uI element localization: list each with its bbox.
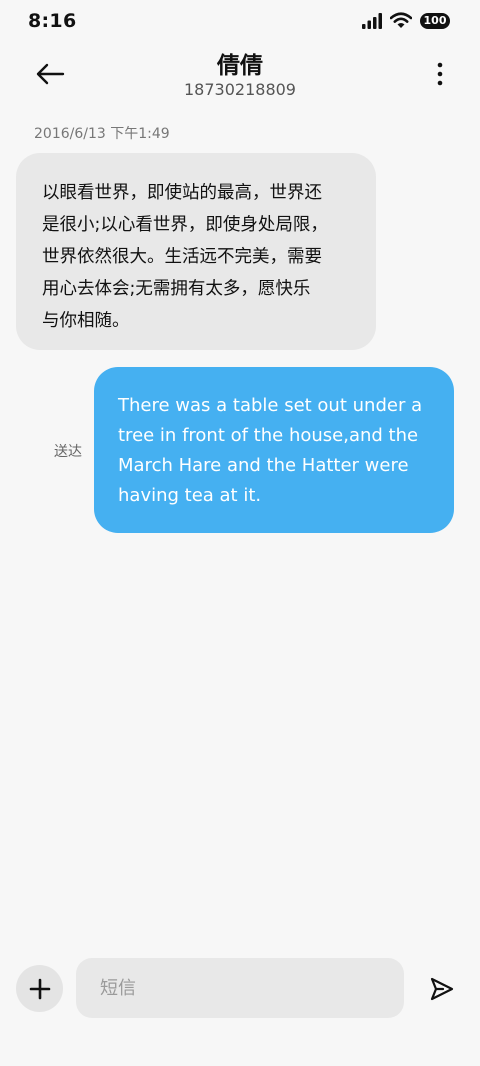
- send-button[interactable]: [422, 971, 462, 1007]
- contact-number: 18730218809: [184, 80, 296, 99]
- message-line: having tea at it.: [118, 485, 262, 506]
- add-attachment-button[interactable]: [16, 965, 63, 1012]
- outgoing-message-bubble[interactable]: There was a table set out under a tree i…: [94, 367, 454, 533]
- conversation-header: 倩倩 18730218809: [0, 46, 480, 110]
- message-line: 用心去体会;无需拥有太多，愿快乐: [42, 279, 311, 299]
- signal-icon: [362, 12, 382, 29]
- message-line: 世界依然很大。生活远不完美，需要: [42, 247, 322, 267]
- status-icons: 100: [362, 12, 450, 29]
- plus-icon: [29, 978, 50, 999]
- send-icon: [430, 977, 454, 1001]
- message-line: 是很小;以心看世界，即使身处局限，: [42, 215, 328, 235]
- message-composer: [0, 950, 480, 1030]
- message-input[interactable]: [76, 958, 404, 1018]
- delivery-status: 送达: [54, 444, 82, 460]
- message-timestamp: 2016/6/13 下午1:49: [34, 126, 170, 142]
- more-vertical-icon: [437, 62, 443, 86]
- contact-name: 倩倩: [217, 53, 263, 79]
- message-line: March Hare and the Hatter were: [118, 455, 409, 476]
- wifi-icon: [390, 12, 412, 28]
- message-line: tree in front of the house,and the: [118, 425, 419, 446]
- message-line: There was a table set out under a: [118, 395, 423, 416]
- battery-icon: 100: [420, 12, 450, 29]
- message-line: 与你相随。: [42, 311, 130, 331]
- more-options-button[interactable]: [430, 58, 450, 90]
- message-line: 以眼看世界，即使站的最高，世界还: [42, 183, 322, 203]
- status-time: 8:16: [28, 10, 77, 32]
- status-bar: 8:16 100: [0, 0, 480, 46]
- incoming-message-bubble[interactable]: 以眼看世界，即使站的最高，世界还 是很小;以心看世界，即使身处局限， 世界依然很…: [16, 153, 376, 350]
